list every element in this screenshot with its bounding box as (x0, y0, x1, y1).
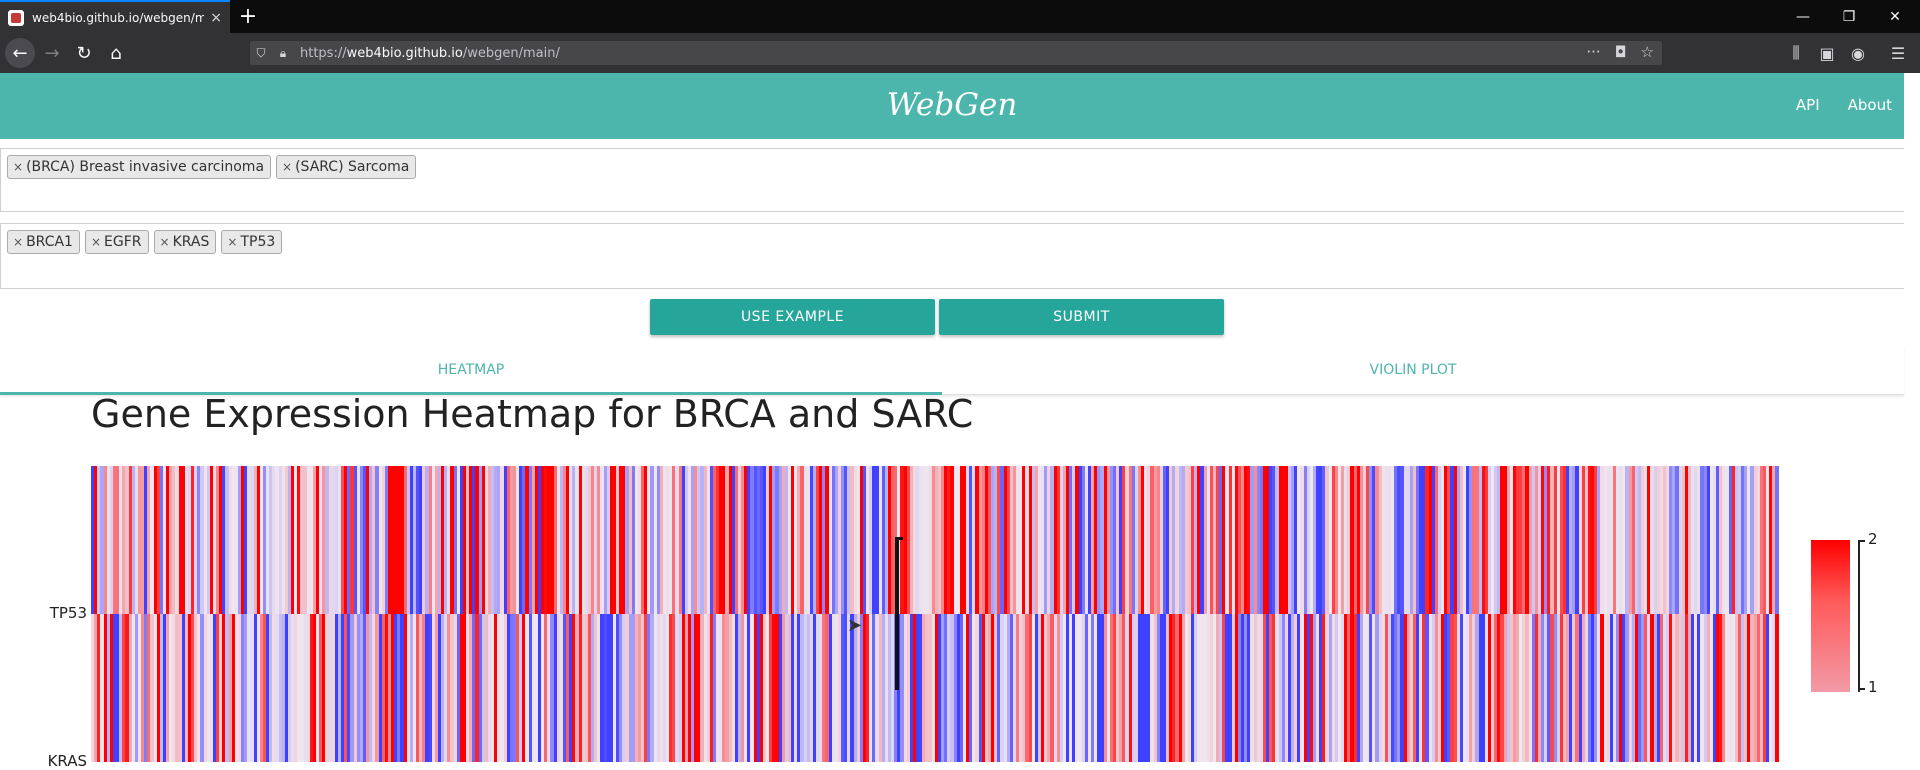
heatmap-cell (1775, 466, 1779, 614)
page-actions-icon[interactable]: ··· (1586, 43, 1600, 61)
chip-gene-brca1: × BRCA1 (7, 230, 80, 254)
app-brand[interactable]: WebGen (0, 87, 1904, 123)
sidebar-icon[interactable]: ▣ (1815, 41, 1839, 65)
heatmap-title: Gene Expression Heatmap for BRCA and SAR… (91, 392, 974, 436)
chip-remove-icon[interactable]: × (227, 235, 237, 249)
chip-gene-tp53: × TP53 (221, 230, 283, 254)
app-nav: API About (1796, 96, 1892, 114)
gene-select[interactable]: × BRCA1 × EGFR × KRAS × TP53 (0, 223, 1904, 289)
plot-tabs: HEATMAP VIOLIN PLOT (0, 345, 1904, 395)
app-header: WebGen API About (0, 73, 1904, 139)
colorbar-label-high: 2 (1868, 530, 1878, 548)
reload-button[interactable]: ↻ (69, 38, 99, 68)
nav-about-link[interactable]: About (1848, 96, 1892, 114)
heatmap-row-tp53 (91, 466, 1781, 614)
hover-marker (895, 537, 899, 690)
chip-remove-icon[interactable]: × (13, 160, 23, 174)
use-example-button[interactable]: USE EXAMPLE (650, 299, 935, 335)
chip-remove-icon[interactable]: × (13, 235, 23, 249)
home-button[interactable]: ⌂ (101, 38, 131, 68)
chip-gene-kras: × KRAS (153, 230, 217, 254)
tab-title: web4bio.github.io/webgen/m… (32, 10, 205, 25)
colorbar-tick (1858, 540, 1865, 542)
menu-icon[interactable]: ☰ (1886, 41, 1910, 65)
chip-remove-icon[interactable]: × (160, 235, 170, 249)
heatmap[interactable] (91, 466, 1781, 762)
library-icon[interactable]: ⫼ (1784, 41, 1808, 65)
cancer-type-chips: × (BRCA) Breast invasive carcinoma × (SARC… (7, 155, 1898, 179)
back-button[interactable]: ← (5, 38, 35, 68)
gene-chips: × BRCA1 × EGFR × KRAS × TP53 (7, 230, 1898, 254)
url-bar[interactable]: ⛉ 🔒︎ https://web4bio.github.io/webgen/ma… (250, 41, 1662, 65)
submit-button[interactable]: SUBMIT (939, 299, 1224, 335)
heatmap-cell (1775, 614, 1779, 762)
browser-tabstrip: web4bio.github.io/webgen/m… × + — ❐ ✕ (0, 0, 1920, 33)
browser-navbar: ← → ↻ ⌂ ⛉ 🔒︎ https://web4bio.github.io/w… (0, 33, 1920, 73)
site-favicon-icon (8, 9, 24, 26)
chip-cancer-brca: × (BRCA) Breast invasive carcinoma (7, 155, 272, 179)
cancer-type-select[interactable]: × (BRCA) Breast invasive carcinoma × (SARC… (0, 148, 1904, 212)
minimize-icon[interactable]: — (1780, 0, 1826, 33)
tracking-shield-icon[interactable]: ⛉ (250, 46, 272, 61)
url-text: https://web4bio.github.io/webgen/main/ (300, 45, 560, 61)
tab-heatmap[interactable]: HEATMAP (0, 345, 942, 395)
bookmark-star-icon[interactable]: ☆ (1641, 43, 1654, 61)
nav-api-link[interactable]: API (1796, 96, 1820, 114)
browser-tab[interactable]: web4bio.github.io/webgen/m… × (0, 0, 230, 33)
chip-remove-icon[interactable]: × (91, 235, 101, 249)
tab-close-icon[interactable]: × (210, 10, 222, 26)
action-buttons: USE EXAMPLE SUBMIT (650, 299, 1224, 335)
colorbar-label-mid: 1 (1868, 678, 1878, 696)
tab-violin-plot[interactable]: VIOLIN PLOT (942, 345, 1884, 395)
heatmap-row-kras (91, 614, 1781, 762)
chip-gene-egfr: × EGFR (84, 230, 149, 254)
pocket-icon[interactable]: ◘ (1615, 43, 1627, 61)
hover-marker-cap (895, 537, 903, 540)
account-icon[interactable]: ◉ (1846, 41, 1870, 65)
row-label-tp53: TP53 (49, 604, 87, 622)
mouse-cursor-icon: ➤ (847, 615, 863, 636)
lock-icon[interactable]: 🔒︎ (272, 46, 294, 61)
chip-remove-icon[interactable]: × (282, 160, 292, 174)
colorbar-axis (1858, 540, 1860, 692)
colorbar (1811, 540, 1850, 692)
chip-cancer-sarc: × (SARC) Sarcoma (276, 155, 417, 179)
window-close-icon[interactable]: ✕ (1872, 0, 1918, 33)
colorbar-tick (1858, 688, 1865, 690)
row-label-kras: KRAS (47, 752, 87, 770)
forward-button[interactable]: → (37, 38, 67, 68)
restore-icon[interactable]: ❐ (1826, 0, 1872, 33)
new-tab-button[interactable]: + (230, 0, 266, 33)
